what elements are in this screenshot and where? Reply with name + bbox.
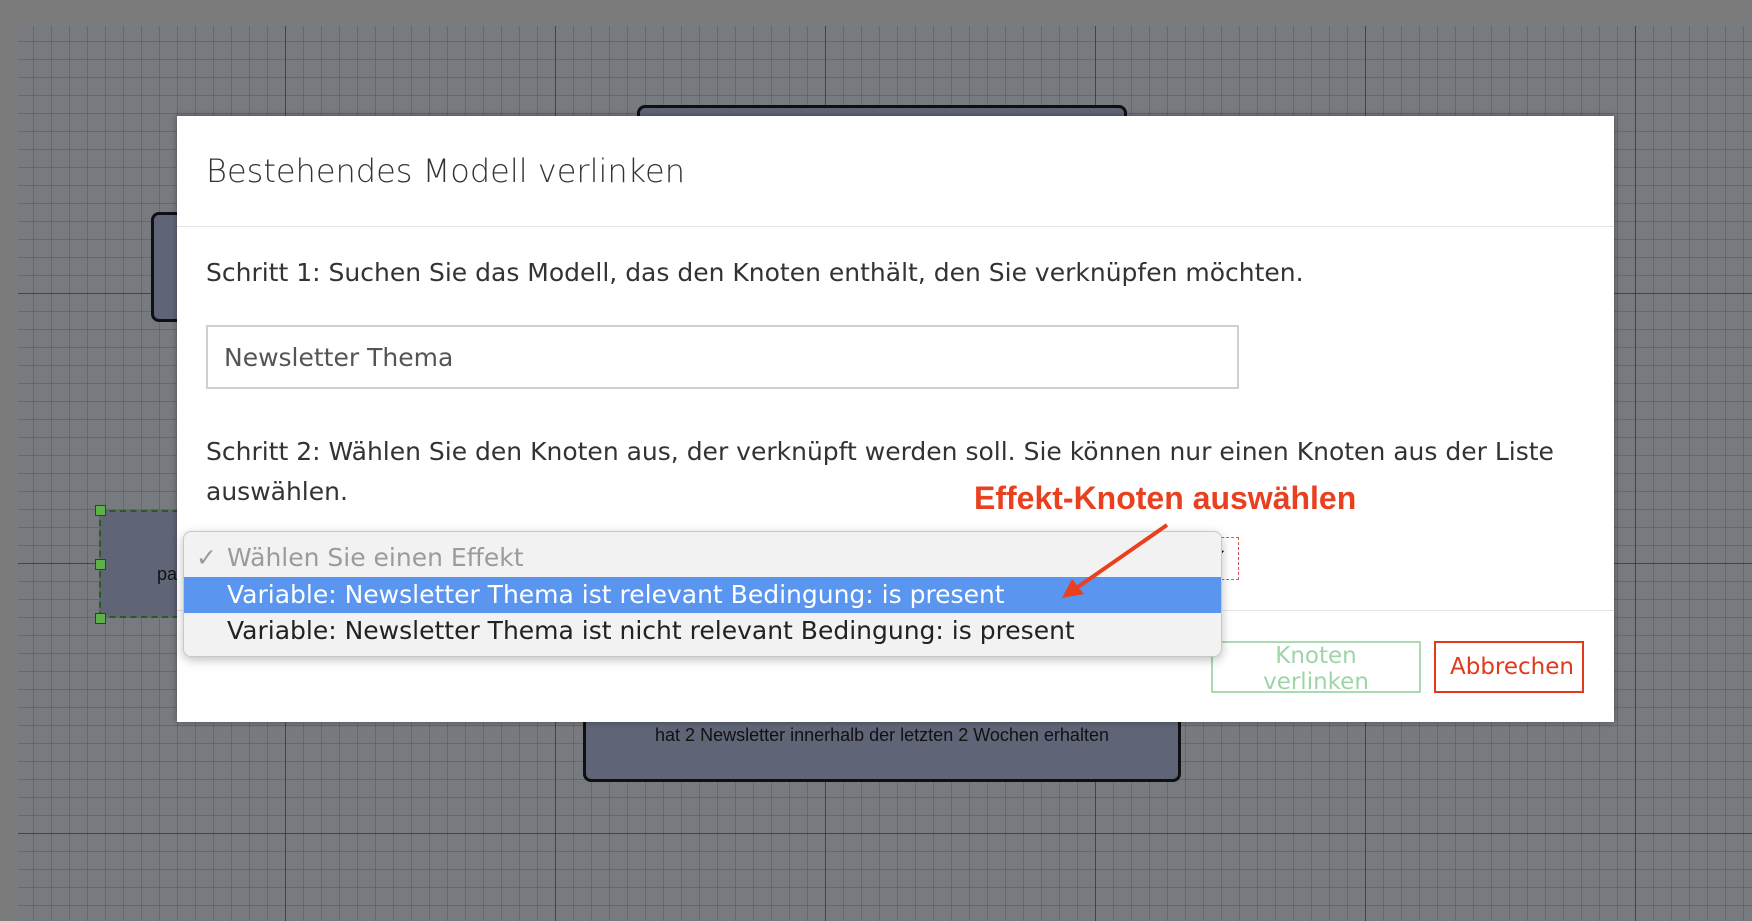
annotation-arrow-icon [1062, 523, 1169, 598]
